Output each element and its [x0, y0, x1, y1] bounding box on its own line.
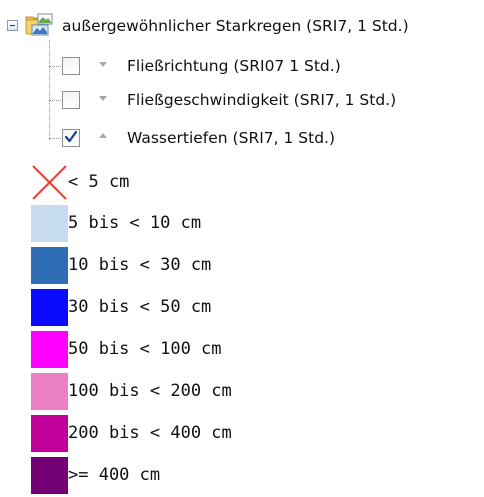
legend-swatch	[31, 331, 68, 368]
layer-label-fliessrichtung[interactable]: Fließrichtung (SRI07 1 Std.)	[127, 53, 341, 79]
legend-swatch	[31, 415, 68, 452]
legend-item: 50 bis < 100 cm	[0, 331, 484, 371]
layer-row-wassertiefen: Wassertiefen (SRI7, 1 Std.)	[0, 125, 484, 151]
collapse-icon[interactable]	[7, 20, 18, 31]
legend-label: 200 bis < 400 cm	[68, 423, 232, 443]
red-cross-icon	[31, 164, 68, 201]
legend-label: < 5 cm	[68, 172, 130, 192]
layer-checkbox-fliessrichtung[interactable]	[62, 57, 80, 75]
layer-row-fliessrichtung: Fließrichtung (SRI07 1 Std.)	[0, 53, 484, 79]
layer-label-wassertiefen[interactable]: Wassertiefen (SRI7, 1 Std.)	[127, 125, 335, 151]
legend-item: 100 bis < 200 cm	[0, 373, 484, 413]
legend-item: >= 400 cm	[0, 457, 484, 497]
legend-swatch	[31, 373, 68, 410]
legend-swatch	[31, 289, 68, 326]
legend-label: 50 bis < 100 cm	[68, 339, 222, 359]
legend-item: 200 bis < 400 cm	[0, 415, 484, 455]
chevron-up-icon[interactable]	[99, 133, 107, 138]
layer-checkbox-fliessgeschwindigkeit[interactable]	[62, 91, 80, 109]
checkmark-icon	[64, 130, 78, 143]
layer-row-fliessgeschwindigkeit: Fließgeschwindigkeit (SRI7, 1 Std.)	[0, 87, 484, 113]
chevron-down-icon[interactable]	[99, 96, 107, 101]
chevron-down-icon[interactable]	[99, 62, 107, 67]
legend-item: 5 bis < 10 cm	[0, 205, 484, 245]
legend-swatch	[31, 205, 68, 242]
layer-label-fliessgeschwindigkeit[interactable]: Fließgeschwindigkeit (SRI7, 1 Std.)	[127, 87, 396, 113]
folder-layers-icon	[24, 12, 58, 40]
layer-group-label[interactable]: außergewöhnlicher Starkregen (SRI7, 1 St…	[62, 15, 409, 37]
legend-item: < 5 cm	[0, 164, 484, 204]
legend-label: 5 bis < 10 cm	[68, 213, 202, 233]
legend-label: 30 bis < 50 cm	[68, 297, 212, 317]
legend-item: 10 bis < 30 cm	[0, 247, 484, 287]
legend-label: 100 bis < 200 cm	[68, 381, 232, 401]
legend-swatch	[31, 457, 68, 494]
layer-checkbox-wassertiefen[interactable]	[62, 129, 80, 147]
legend-label: 10 bis < 30 cm	[68, 255, 212, 275]
legend-item: 30 bis < 50 cm	[0, 289, 484, 329]
legend-label: >= 400 cm	[68, 465, 161, 485]
layer-tree: außergewöhnlicher Starkregen (SRI7, 1 St…	[0, 0, 484, 160]
legend-swatch	[31, 247, 68, 284]
